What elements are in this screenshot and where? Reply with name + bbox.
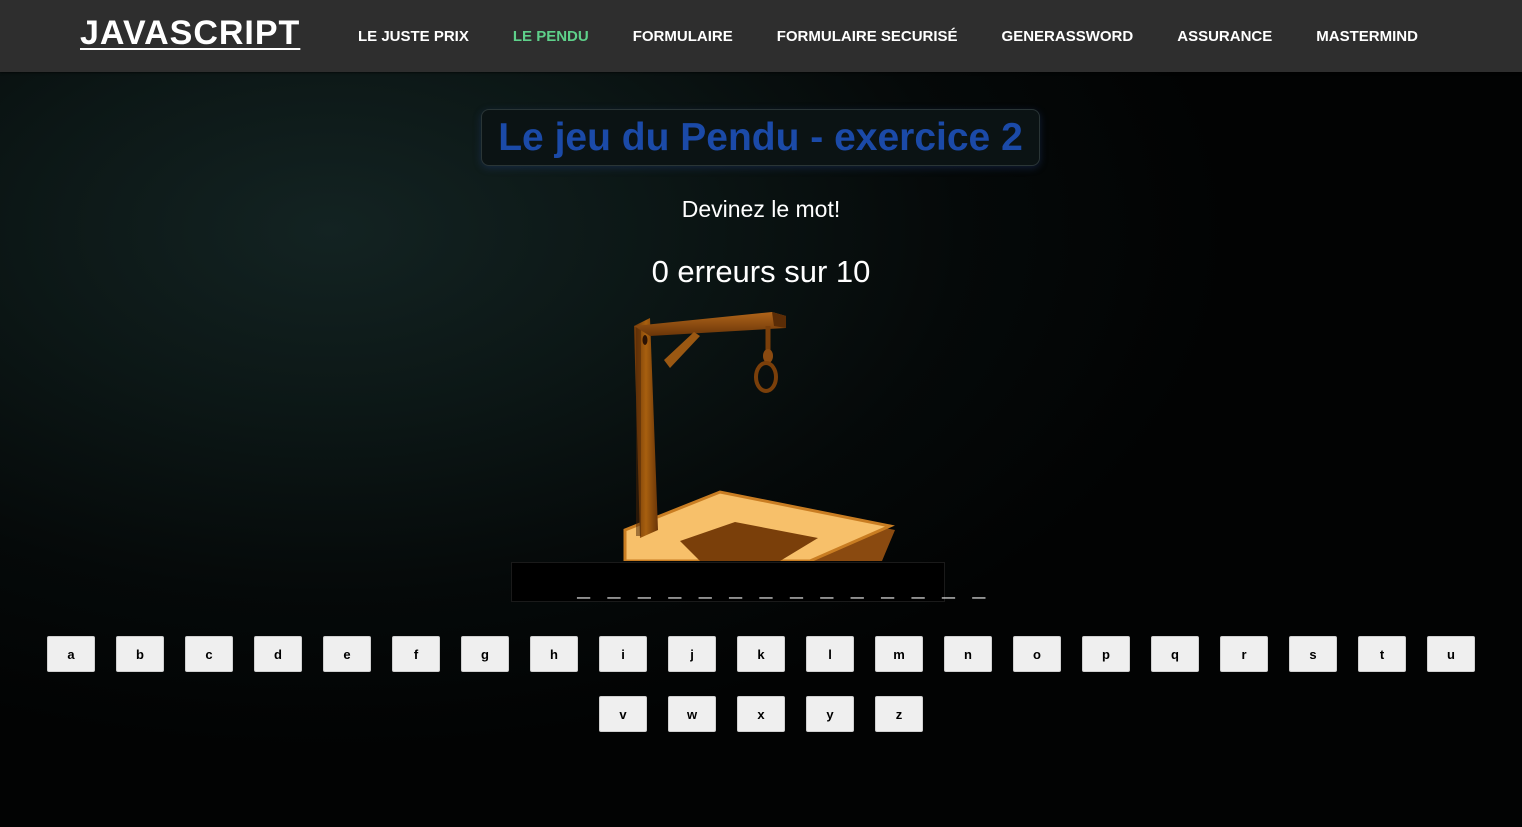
page-title-box: Le jeu du Pendu - exercice 2 [481,109,1040,166]
letter-button-r[interactable]: r [1220,636,1268,672]
letter-button-m[interactable]: m [875,636,923,672]
letter-button-j[interactable]: j [668,636,716,672]
letter-button-t[interactable]: t [1358,636,1406,672]
letter-button-q[interactable]: q [1151,636,1199,672]
error-counter: 0 erreurs sur 10 [651,254,871,289]
letter-button-z[interactable]: z [875,696,923,732]
letter-button-n[interactable]: n [944,636,992,672]
keyboard-row-2: v w x y z [0,696,1522,732]
letter-button-a[interactable]: a [47,636,95,672]
letter-button-e[interactable]: e [323,636,371,672]
letter-button-h[interactable]: h [530,636,578,672]
letter-button-d[interactable]: d [254,636,302,672]
letter-button-g[interactable]: g [461,636,509,672]
letter-button-v[interactable]: v [599,696,647,732]
letter-button-w[interactable]: w [668,696,716,732]
nav-link-formulaire[interactable]: FORMULAIRE [611,28,755,45]
nav-links: LE JUSTE PRIX LE PENDU FORMULAIRE FORMUL… [336,0,1440,72]
hidden-word: _ _ _ _ _ _ _ _ _ _ _ _ _ _ [577,578,988,603]
letter-button-b[interactable]: b [116,636,164,672]
gallows-icon [623,312,895,561]
nav-link-assurance[interactable]: ASSURANCE [1155,28,1294,45]
letter-button-y[interactable]: y [806,696,854,732]
letter-button-i[interactable]: i [599,636,647,672]
letter-button-k[interactable]: k [737,636,785,672]
letter-button-f[interactable]: f [392,636,440,672]
nav-link-mastermind[interactable]: MASTERMIND [1294,28,1440,45]
nav-link-juste-prix[interactable]: LE JUSTE PRIX [336,28,491,45]
brand-logo-link[interactable]: JAVASCRIPT [80,14,300,53]
letter-button-x[interactable]: x [737,696,785,732]
letter-keyboard: a b c d e f g h i j k l m n o p q r s t … [0,636,1522,756]
letter-button-s[interactable]: s [1289,636,1337,672]
nav-link-pendu[interactable]: LE PENDU [491,28,611,45]
letter-button-u[interactable]: u [1427,636,1475,672]
letter-button-l[interactable]: l [806,636,854,672]
nav-link-generassword[interactable]: GENERASSWORD [980,28,1156,45]
page-title: Le jeu du Pendu - exercice 2 [498,115,1023,159]
top-navbar: JAVASCRIPT LE JUSTE PRIX LE PENDU FORMUL… [0,0,1522,72]
keyboard-row-1: a b c d e f g h i j k l m n o p q r s t … [0,636,1522,672]
nav-link-formulaire-securise[interactable]: FORMULAIRE SECURISÉ [755,28,980,45]
letter-button-o[interactable]: o [1013,636,1061,672]
letter-button-c[interactable]: c [185,636,233,672]
letter-button-p[interactable]: p [1082,636,1130,672]
game-instruction: Devinez le mot! [681,196,841,222]
